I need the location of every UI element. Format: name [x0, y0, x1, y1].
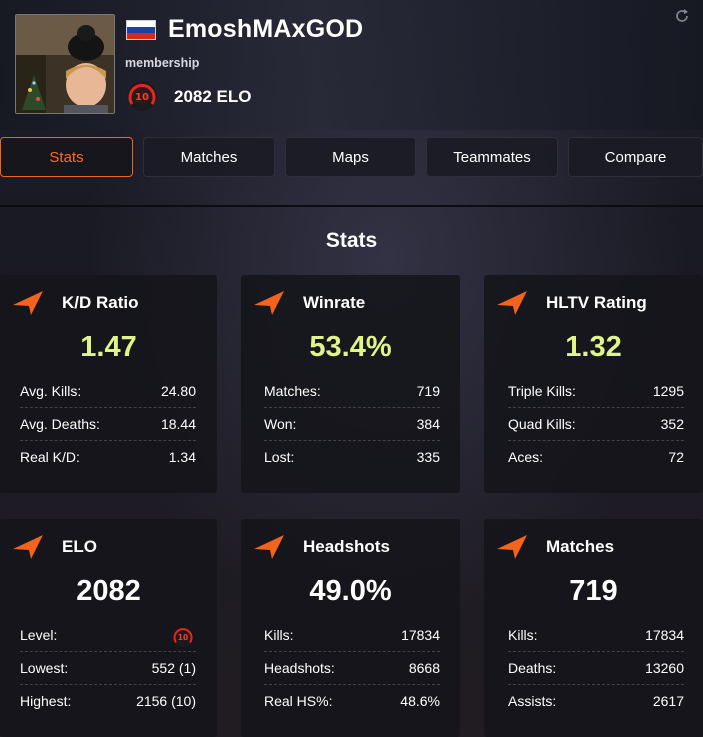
card-row: Avg. Deaths: 18.44	[20, 408, 196, 441]
row-value: 13260	[645, 660, 684, 676]
row-value: 8668	[408, 660, 440, 676]
row-value: 17834	[645, 627, 684, 643]
faceit-arrow-icon	[254, 291, 284, 315]
row-label: Assists:	[508, 693, 557, 709]
card-row: Triple Kills: 1295	[508, 375, 684, 408]
card-row: Won: 384	[264, 408, 440, 441]
avatar	[15, 14, 115, 114]
row-label: Avg. Kills:	[20, 383, 82, 399]
row-label: Headshots:	[264, 660, 335, 676]
row-value: 2156 (10)	[136, 693, 196, 709]
skill-level-number: 10	[178, 633, 188, 642]
stat-card-hltv-rating: HLTV Rating 1.32 Triple Kills: 1295 Quad…	[484, 275, 703, 493]
country-flag-icon	[126, 20, 156, 40]
refresh-icon[interactable]	[674, 8, 690, 24]
card-main-value: 49.0%	[309, 575, 392, 607]
card-main-value: 1.32	[565, 331, 622, 363]
stat-card-headshots: Headshots 49.0% Kills: 17834 Headshots: …	[241, 519, 460, 737]
card-title: Matches	[546, 537, 615, 556]
tab-compare[interactable]: Compare	[568, 137, 703, 177]
membership-label: membership	[125, 56, 200, 70]
row-value: 1.34	[168, 449, 196, 465]
row-label: Deaths:	[508, 660, 557, 676]
stat-card-kd-ratio: K/D Ratio 1.47 Avg. Kills: 24.80 Avg. De…	[0, 275, 217, 493]
row-label: Lowest:	[20, 660, 69, 676]
card-row: Lost: 335	[264, 441, 440, 474]
row-value: 2617	[652, 693, 684, 709]
row-value: 352	[660, 416, 684, 432]
card-main-value: 53.4%	[309, 331, 392, 363]
card-title: Headshots	[303, 537, 390, 556]
card-row: Deaths: 13260	[508, 652, 684, 685]
row-label: Matches:	[264, 383, 321, 399]
skill-level-badge-icon: 10	[126, 80, 158, 112]
skill-level-badge-icon: 10	[173, 627, 193, 647]
row-value: 17834	[401, 627, 440, 643]
player-nickname: EmoshMAxGOD	[168, 15, 364, 43]
stat-card-elo: ELO 2082 Level: 10 Lowest: 552 (1) Highe…	[0, 519, 217, 737]
tab-maps[interactable]: Maps	[285, 137, 416, 177]
card-row: Kills: 17834	[508, 619, 684, 652]
card-row: Real HS%: 48.6%	[264, 685, 440, 718]
tab-teammates[interactable]: Teammates	[426, 137, 558, 177]
row-label: Aces:	[508, 449, 544, 465]
row-label: Lost:	[264, 449, 295, 465]
card-row: Kills: 17834	[264, 619, 440, 652]
section-divider	[0, 205, 703, 207]
card-row: Assists: 2617	[508, 685, 684, 718]
card-title: HLTV Rating	[546, 293, 647, 312]
card-row: Quad Kills: 352	[508, 408, 684, 441]
card-title: ELO	[62, 537, 97, 556]
card-row: Level: 10	[20, 619, 196, 652]
card-row: Matches: 719	[264, 375, 440, 408]
row-value: 384	[416, 416, 440, 432]
row-value: 719	[416, 383, 440, 399]
row-label: Level:	[20, 627, 58, 643]
faceit-arrow-icon	[13, 535, 43, 559]
row-value: 335	[416, 449, 440, 465]
row-label: Kills:	[264, 627, 294, 643]
row-value: 552 (1)	[151, 660, 196, 676]
card-main-value: 1.47	[80, 331, 137, 363]
row-label: Avg. Deaths:	[20, 416, 100, 432]
card-main-value: 719	[569, 575, 618, 607]
row-label: Won:	[264, 416, 297, 432]
stat-card-matches: Matches 719 Kills: 17834 Deaths: 13260 A…	[484, 519, 703, 737]
row-label: Kills:	[508, 627, 538, 643]
section-title: Stats	[325, 229, 378, 252]
row-label: Real HS%:	[264, 693, 333, 709]
row-label: Real K/D:	[20, 449, 80, 465]
profile-tabs: Stats Matches Maps Teammates Compare	[0, 137, 703, 179]
row-value: 48.6%	[400, 693, 440, 709]
faceit-arrow-icon	[497, 535, 527, 559]
row-label: Quad Kills:	[508, 416, 576, 432]
tab-matches[interactable]: Matches	[143, 137, 275, 177]
row-value: 1295	[652, 383, 684, 399]
card-title: Winrate	[303, 293, 366, 312]
card-row: Headshots: 8668	[264, 652, 440, 685]
card-row: Real K/D: 1.34	[20, 441, 196, 474]
faceit-arrow-icon	[497, 291, 527, 315]
row-value: 18.44	[160, 416, 196, 432]
card-title: K/D Ratio	[62, 293, 139, 312]
elo-display: 2082 ELO	[174, 87, 252, 106]
row-value: 72	[668, 449, 684, 465]
card-row: Lowest: 552 (1)	[20, 652, 196, 685]
row-value: 24.80	[160, 383, 196, 399]
stat-card-winrate: Winrate 53.4% Matches: 719 Won: 384 Lost…	[241, 275, 460, 493]
card-row: Avg. Kills: 24.80	[20, 375, 196, 408]
skill-level-number: 10	[135, 92, 149, 103]
tab-stats[interactable]: Stats	[0, 137, 133, 177]
card-main-value: 2082	[76, 575, 141, 607]
row-label: Triple Kills:	[508, 383, 576, 399]
faceit-arrow-icon	[254, 535, 284, 559]
faceit-arrow-icon	[13, 291, 43, 315]
profile-header: EmoshMAxGOD membership 10 2082 ELO	[0, 0, 703, 130]
card-row: Highest: 2156 (10)	[20, 685, 196, 718]
row-label: Highest:	[20, 693, 72, 709]
card-row: Aces: 72	[508, 441, 684, 474]
